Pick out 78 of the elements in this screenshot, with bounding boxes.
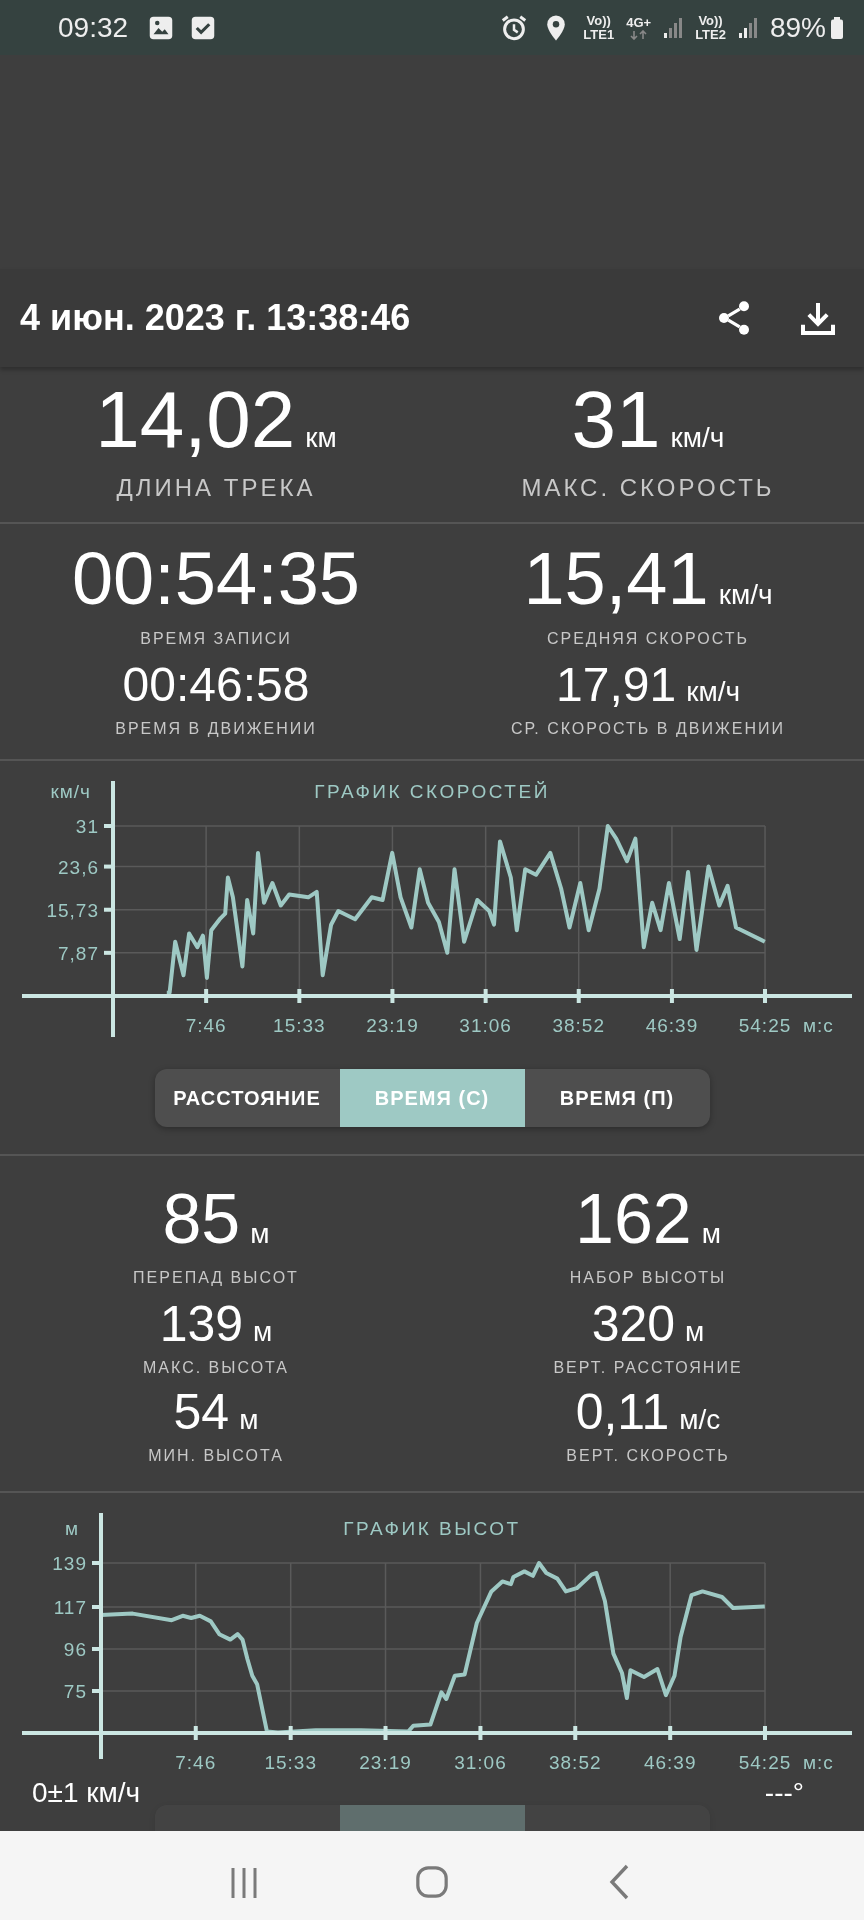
x-tick-label: 46:39: [645, 1015, 699, 1036]
stat-value: 00:54:35: [71, 536, 361, 622]
axis-unit: м:с: [803, 1015, 834, 1036]
x-tick-label: 31:06: [459, 1015, 512, 1036]
stat-value: 0,11: [575, 1383, 670, 1442]
stat-label: МИН. ВЫСОТА: [148, 1446, 284, 1466]
stat-label: ВРЕМЯ В ДВИЖЕНИИ: [115, 719, 317, 739]
stat-value: 85: [162, 1179, 241, 1260]
y-tick-label: 117: [53, 1597, 87, 1618]
x-tick-label: 15:33: [273, 1015, 326, 1036]
stat-value: 14,02: [95, 374, 296, 466]
volte-label: Vo)): [586, 13, 611, 28]
stat-unit: м: [253, 1316, 273, 1348]
battery-percent: 89%: [769, 11, 826, 44]
stat-label: СРЕДНЯЯ СКОРОСТЬ: [546, 629, 749, 649]
stat-unit: м/с: [679, 1404, 721, 1436]
stat-value: 162: [574, 1179, 692, 1260]
axis-unit: км/ч: [50, 781, 91, 802]
stat-unit: м: [250, 1218, 270, 1250]
stat-value: 31: [571, 374, 661, 466]
chart-title: ГРАФИК ВЫСОТ: [343, 1518, 521, 1539]
stat-unit: м: [701, 1218, 721, 1250]
stat-value: 00:46:58: [122, 657, 310, 713]
stat-label: ВЕРТ. РАССТОЯНИЕ: [553, 1358, 743, 1378]
stat-label: ВЕРТ. СКОРОСТЬ: [566, 1446, 730, 1466]
stat-value: 139: [159, 1295, 244, 1354]
chart-title: ГРАФИК СКОРОСТЕЙ: [314, 781, 550, 802]
stat-label: МАКС. СКОРОСТЬ: [521, 473, 775, 503]
stat-label: НАБОР ВЫСОТЫ: [569, 1268, 727, 1288]
stat-unit: м: [685, 1316, 705, 1348]
data-arrows-icon: [628, 29, 649, 40]
stat-label: ДЛИНА ТРЕКА: [116, 473, 316, 503]
stat-value: 320: [591, 1295, 676, 1354]
x-tick-label: 46:39: [643, 1752, 697, 1773]
signal-icon: [737, 16, 758, 39]
x-tick-label: 23:19: [366, 1015, 419, 1036]
y-tick-label: 7,87: [58, 942, 99, 964]
stat-value: 54: [173, 1383, 230, 1442]
battery-icon: [830, 15, 844, 40]
clock-time: 09:32: [58, 11, 129, 44]
y-tick-label: 139: [52, 1553, 87, 1574]
stat-value: 15,41: [523, 536, 709, 622]
x-tick-label: 15:33: [264, 1752, 317, 1773]
x-tick-label: 31:06: [454, 1752, 507, 1773]
stat-label: ВРЕМЯ ЗАПИСИ: [140, 629, 292, 649]
x-tick-label: 7:46: [175, 1752, 217, 1773]
stat-label: СР. СКОРОСТЬ В ДВИЖЕНИИ: [511, 719, 785, 739]
x-tick-label: 54:25: [738, 1752, 792, 1773]
x-tick-label: 38:52: [552, 1015, 605, 1036]
stat-unit: км: [305, 422, 337, 454]
current-speed: 0±1 км/ч: [32, 1777, 141, 1809]
y-tick-label: 75: [63, 1681, 87, 1702]
stat-label: МАКС. ВЫСОТА: [143, 1358, 289, 1378]
x-tick-label: 38:52: [549, 1752, 602, 1773]
x-tick-label: 54:25: [738, 1015, 792, 1036]
y-tick-label: 96: [63, 1639, 87, 1660]
y-tick-label: 31: [75, 816, 99, 837]
axis-unit: м:с: [803, 1752, 834, 1773]
y-tick-label: 23,6: [58, 856, 99, 878]
stat-label: ПЕРЕПАД ВЫСОТ: [133, 1268, 299, 1288]
segment-tab[interactable]: ВРЕМЯ (П): [524, 1069, 710, 1127]
stat-unit: км/ч: [718, 579, 773, 611]
y-tick-label: 15,73: [46, 899, 99, 921]
stat-value: 17,91: [556, 657, 677, 713]
stat-unit: км/ч: [686, 676, 740, 708]
track-title: 4 июн. 2023 г. 13:38:46: [20, 297, 412, 339]
network-label: 4G+: [626, 15, 652, 30]
sim-label: LTE1: [583, 27, 615, 42]
signal-icon: [663, 16, 684, 39]
x-tick-label: 23:19: [359, 1752, 412, 1773]
heading-readout: ---°: [764, 1777, 804, 1809]
sim-label: LTE2: [695, 27, 726, 42]
x-tick-label: 7:46: [185, 1015, 227, 1036]
segment-tab[interactable]: РАССТОЯНИЕ: [154, 1069, 340, 1127]
stat-unit: км/ч: [670, 422, 725, 454]
stat-unit: м: [239, 1404, 259, 1436]
axis-unit: м: [64, 1518, 79, 1539]
volte-label: Vo)): [698, 13, 723, 28]
